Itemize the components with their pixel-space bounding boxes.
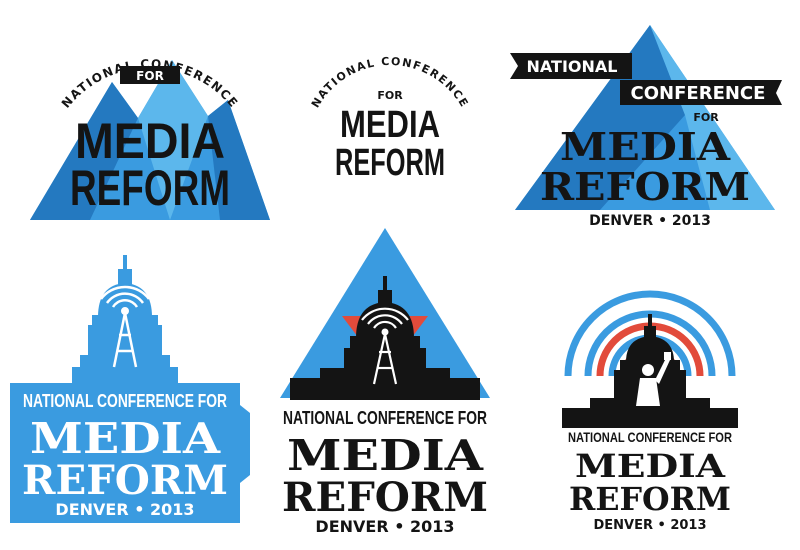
capitol-tower-icon: NATIONAL CONFERENCE FOR MEDIA REFORM DEN…	[10, 255, 250, 523]
logo-blue-capitol: NATIONAL CONFERENCE FOR MEDIA REFORM DEN…	[10, 255, 250, 535]
title-reform: REFORM	[335, 142, 445, 184]
banner-national: NATIONAL	[527, 57, 618, 76]
header-text: NATIONAL CONFERENCE FOR	[568, 429, 732, 445]
capitol-fist-icon: NATIONAL CONFERENCE FOR MEDIA REFORM DEN…	[562, 290, 738, 533]
mountain-icon: NATIONAL CONFERENCE FOR MEDIA REFORM	[30, 57, 270, 220]
for-label: FOR	[693, 111, 719, 124]
title-reform: REFORM	[70, 160, 230, 216]
for-label: FOR	[377, 89, 403, 102]
capitol-tower-icon: NATIONAL CONFERENCE FOR MEDIA REFORM DEN…	[280, 228, 490, 536]
title-reform: REFORM	[282, 474, 488, 521]
logo-plain-arch: NATIONAL CONFERENCE FOR MEDIA REFORM	[290, 55, 490, 195]
logo-mountain-banner: NATIONAL CONFERENCE FOR MEDIA REFORM DEN…	[510, 25, 790, 235]
title-media: MEDIA	[30, 414, 222, 463]
tagline: DENVER • 2013	[593, 518, 706, 533]
title-reform: REFORM	[569, 480, 731, 518]
tagline: DENVER • 2013	[55, 500, 194, 519]
title-media: MEDIA	[340, 104, 440, 146]
title-media: MEDIA	[287, 431, 485, 480]
for-label: FOR	[136, 69, 164, 83]
title-media: MEDIA	[560, 124, 731, 169]
mountain-icon: NATIONAL CONFERENCE FOR MEDIA REFORM DEN…	[510, 25, 782, 229]
title-reform: REFORM	[540, 164, 750, 209]
logo-waves-fist: NATIONAL CONFERENCE FOR MEDIA REFORM DEN…	[560, 258, 740, 536]
logo-triangle-capitol: NATIONAL CONFERENCE FOR MEDIA REFORM DEN…	[270, 228, 500, 540]
banner-conference: CONFERENCE	[631, 83, 766, 104]
logo-mountain-arch: NATIONAL CONFERENCE FOR MEDIA REFORM	[20, 20, 280, 230]
title-reform: REFORM	[22, 457, 228, 504]
header-text: NATIONAL CONFERENCE FOR	[23, 391, 227, 411]
header-text: NATIONAL CONFERENCE FOR	[283, 408, 487, 428]
tagline: DENVER • 2013	[315, 517, 454, 536]
tagline: DENVER • 2013	[589, 213, 711, 229]
